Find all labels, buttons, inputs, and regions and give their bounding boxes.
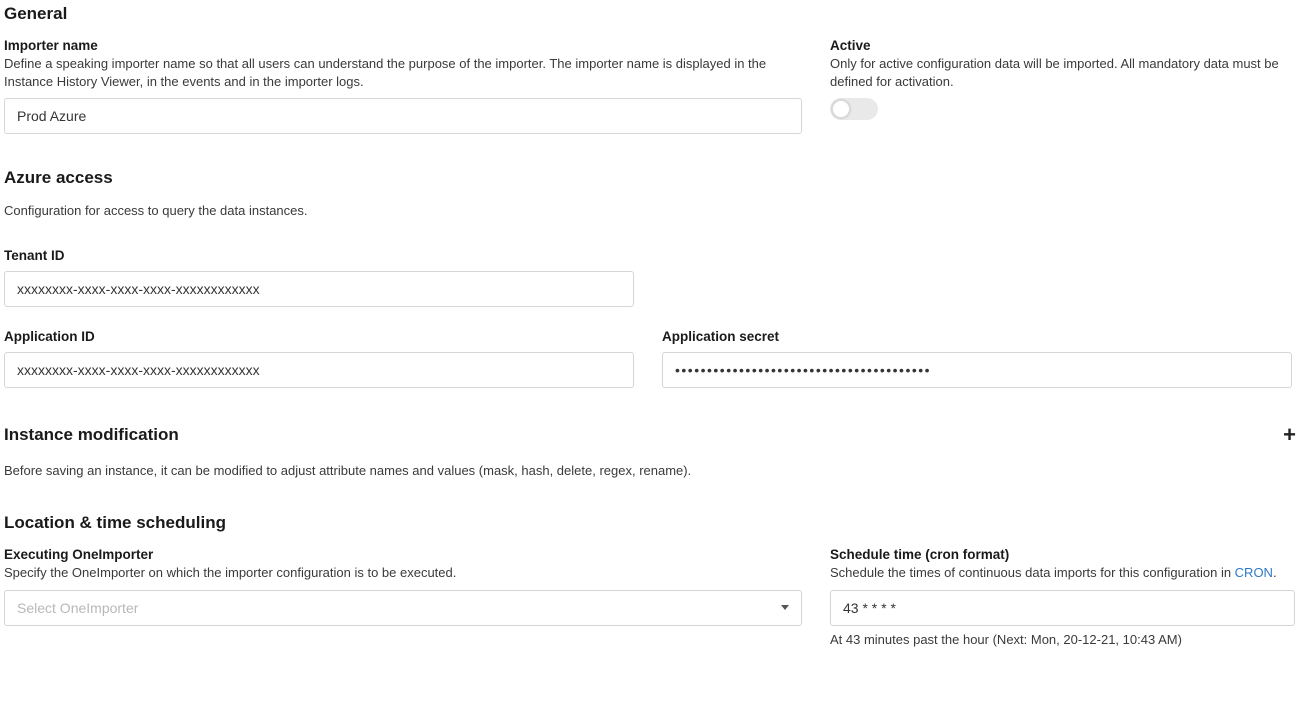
application-id-input[interactable] [4,352,634,388]
schedule-desc: Schedule the times of continuous data im… [830,564,1295,582]
chevron-down-icon [781,605,789,610]
tenant-id-input[interactable] [4,271,634,307]
schedule-input[interactable] [830,590,1295,626]
schedule-label: Schedule time (cron format) [830,547,1295,562]
active-label: Active [830,38,1302,53]
executor-placeholder: Select OneImporter [17,600,138,616]
active-desc: Only for active configuration data will … [830,55,1302,90]
add-modification-button[interactable]: + [1277,422,1302,448]
application-secret-input[interactable] [662,352,1292,388]
section-title-location: Location & time scheduling [4,513,1302,533]
section-title-azure: Azure access [4,168,1302,188]
executor-select[interactable]: Select OneImporter [4,590,802,626]
instance-mod-desc: Before saving an instance, it can be mod… [4,462,1302,480]
section-title-instance-mod: Instance modification [4,425,179,445]
importer-name-label: Importer name [4,38,802,53]
application-id-label: Application ID [4,329,634,344]
section-title-general: General [4,4,1302,24]
executor-desc: Specify the OneImporter on which the imp… [4,564,802,582]
executor-label: Executing OneImporter [4,547,802,562]
tenant-id-label: Tenant ID [4,248,1302,263]
schedule-hint: At 43 minutes past the hour (Next: Mon, … [830,632,1295,647]
cron-link[interactable]: CRON [1235,565,1273,580]
active-toggle[interactable] [830,98,878,120]
application-secret-label: Application secret [662,329,1292,344]
importer-name-input[interactable] [4,98,802,134]
importer-name-desc: Define a speaking importer name so that … [4,55,802,90]
toggle-knob [832,100,850,118]
azure-desc: Configuration for access to query the da… [4,202,1302,220]
